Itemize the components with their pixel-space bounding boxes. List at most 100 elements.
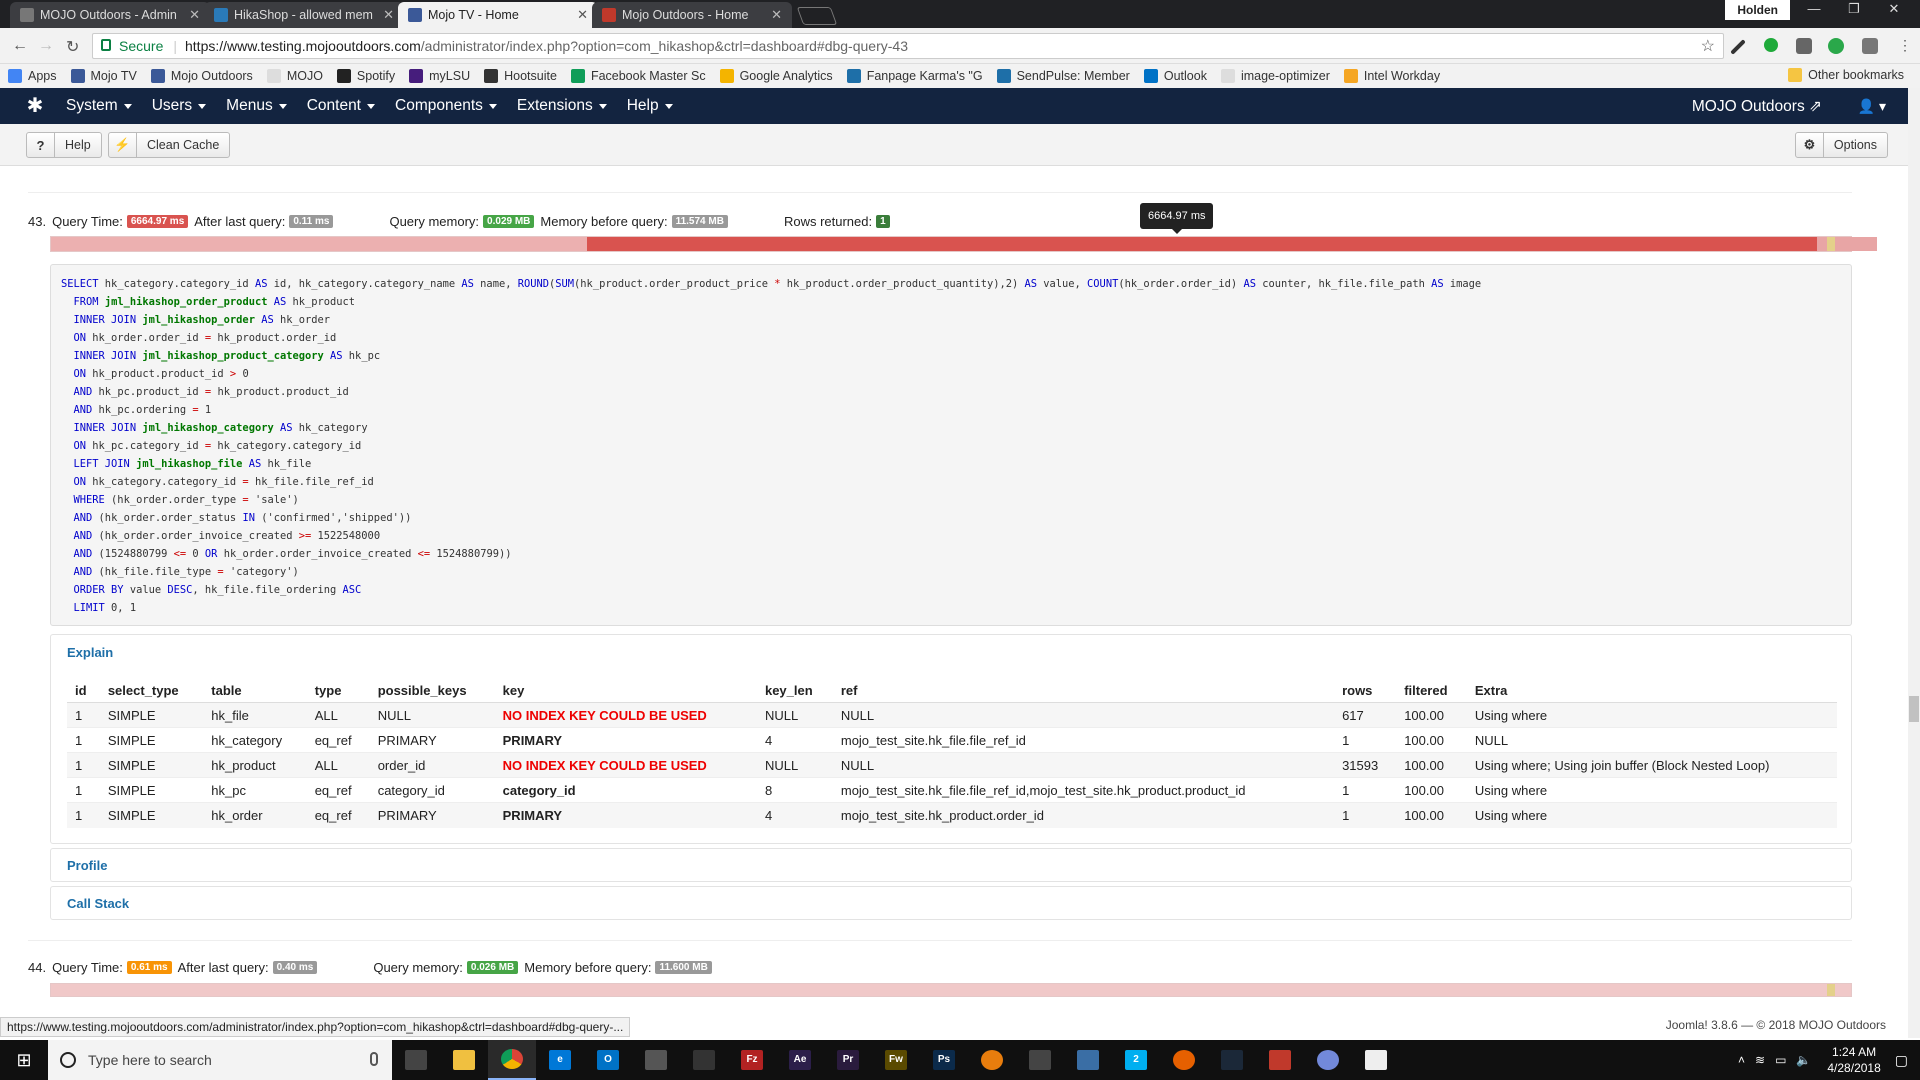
taskbar-app[interactable]: Fw xyxy=(872,1040,920,1080)
taskbar-app[interactable] xyxy=(488,1040,536,1080)
microphone-icon[interactable] xyxy=(370,1052,378,1066)
bookmark-item[interactable]: Hootsuite xyxy=(484,69,557,83)
url-field[interactable]: Secure | https://www.testing.mojooutdoor… xyxy=(92,33,1724,59)
pen-extension-icon[interactable] xyxy=(1730,39,1746,55)
explain-header: filtered xyxy=(1396,679,1467,703)
taskbar-app[interactable] xyxy=(392,1040,440,1080)
taskbar-app[interactable] xyxy=(1208,1040,1256,1080)
page-scrollbar[interactable] xyxy=(1908,88,1920,1038)
bookmark-item[interactable]: Google Analytics xyxy=(719,69,833,83)
explain-toggle[interactable]: Explain xyxy=(67,645,113,660)
other-bookmarks[interactable]: Other bookmarks xyxy=(1788,68,1904,82)
tab-title: Mojo TV - Home xyxy=(428,8,519,22)
menu-extensions[interactable]: Extensions xyxy=(517,97,607,115)
clean-cache-button[interactable]: ⚡ Clean Cache xyxy=(108,132,231,158)
taskbar-app[interactable] xyxy=(1016,1040,1064,1080)
chevron-up-icon[interactable]: ˄ xyxy=(1738,1053,1745,1067)
chrome-profile-button[interactable]: Holden xyxy=(1725,0,1790,20)
explain-header: ref xyxy=(832,679,1335,703)
extension-icon[interactable] xyxy=(1796,38,1812,54)
taskbar-app[interactable] xyxy=(632,1040,680,1080)
bookmark-item[interactable]: SendPulse: Member xyxy=(996,69,1130,83)
reload-icon[interactable]: ↻ xyxy=(66,37,79,57)
browser-tab[interactable]: MOJO Outdoors - Admin ✕ xyxy=(10,2,210,28)
wifi-icon[interactable]: ≋ xyxy=(1755,1053,1765,1067)
green-dot-extension-icon[interactable] xyxy=(1764,38,1778,52)
new-tab-button[interactable] xyxy=(796,7,838,25)
minimize-button[interactable]: — xyxy=(1794,0,1834,20)
joomla-admin-menu: ✱ System Users Menus Content Components Exten… xyxy=(0,88,1908,124)
site-link[interactable]: MOJO Outdoors ⇗ xyxy=(1692,97,1822,116)
profile-toggle[interactable]: Profile xyxy=(67,858,107,873)
help-button[interactable]: ? Help xyxy=(26,132,102,158)
close-tab-icon[interactable]: ✕ xyxy=(771,7,782,23)
taskbar-app[interactable] xyxy=(1160,1040,1208,1080)
grammarly-extension-icon[interactable] xyxy=(1828,38,1844,54)
system-tray: ˄ ≋ ▭ 🔈 1:24 AM 4/28/2018 ▢ xyxy=(1738,1040,1920,1080)
menu-menus[interactable]: Menus xyxy=(226,97,287,115)
bookmark-item[interactable]: Fanpage Karma's "G xyxy=(846,69,983,83)
notification-center-icon[interactable]: ▢ xyxy=(1895,1052,1908,1069)
dev-extension-icon[interactable] xyxy=(1862,38,1878,54)
taskbar-app[interactable] xyxy=(680,1040,728,1080)
taskbar-app[interactable]: O xyxy=(584,1040,632,1080)
bookmark-star-icon[interactable]: ☆ xyxy=(1701,36,1715,56)
cortana-icon xyxy=(60,1052,76,1068)
bookmark-item[interactable]: Mojo Outdoors xyxy=(150,69,253,83)
windows-taskbar: ⊞ Type here to search e O Fz Ae Pr Fw Ps 2 ˄ ≋ … xyxy=(0,1040,1920,1080)
windows-start-icon[interactable]: ⊞ xyxy=(0,1040,48,1080)
menu-system[interactable]: System xyxy=(66,97,132,115)
back-icon[interactable]: ← xyxy=(12,37,28,55)
menu-help[interactable]: Help xyxy=(627,97,673,115)
bookmark-item[interactable]: MOJO xyxy=(266,69,323,83)
taskbar-app[interactable] xyxy=(1064,1040,1112,1080)
restore-button[interactable]: ❐ xyxy=(1834,0,1874,20)
taskbar-app[interactable]: e xyxy=(536,1040,584,1080)
taskbar-app[interactable]: Fz xyxy=(728,1040,776,1080)
caret-down-icon xyxy=(367,103,375,109)
menu-users[interactable]: Users xyxy=(152,97,207,115)
taskbar-app[interactable]: Ae xyxy=(776,1040,824,1080)
taskbar-app[interactable] xyxy=(968,1040,1016,1080)
taskbar-search-field[interactable]: Type here to search xyxy=(48,1040,392,1080)
taskbar-app[interactable]: Ps xyxy=(920,1040,968,1080)
close-tab-icon[interactable]: ✕ xyxy=(577,7,588,23)
bookmark-item[interactable]: Intel Workday xyxy=(1343,69,1440,83)
menu-components[interactable]: Components xyxy=(395,97,497,115)
chrome-menu-icon[interactable]: ⋮ xyxy=(1898,37,1912,54)
close-window-button[interactable]: ✕ xyxy=(1874,0,1914,20)
taskbar-app[interactable]: Pr xyxy=(824,1040,872,1080)
battery-icon[interactable]: ▭ xyxy=(1775,1053,1786,1067)
scrollbar-thumb[interactable] xyxy=(1909,696,1919,722)
query-timeline-bar[interactable] xyxy=(50,236,1877,252)
taskbar-app[interactable] xyxy=(1256,1040,1304,1080)
user-menu[interactable]: 👤 ▾ xyxy=(1858,98,1886,115)
bookmark-item[interactable]: Mojo TV xyxy=(70,69,137,83)
options-button[interactable]: ⚙ Options xyxy=(1794,132,1888,158)
bookmark-item[interactable]: myLSU xyxy=(409,69,470,83)
taskbar-app[interactable] xyxy=(1352,1040,1400,1080)
bookmark-item[interactable]: image-optimizer xyxy=(1220,69,1330,83)
menu-content[interactable]: Content xyxy=(307,97,375,115)
bookmark-item[interactable]: Apps xyxy=(8,69,57,83)
joomla-logo-icon[interactable]: ✱ xyxy=(24,95,46,117)
volume-icon[interactable]: 🔈 xyxy=(1796,1053,1811,1067)
table-cell: ALL xyxy=(306,702,370,728)
query-44-timeline-bar[interactable] xyxy=(50,983,1852,997)
taskbar-app[interactable]: 2 xyxy=(1112,1040,1160,1080)
taskbar-app[interactable] xyxy=(1304,1040,1352,1080)
browser-tab-strip: MOJO Outdoors - Admin ✕ HikaShop - allowed… xyxy=(0,0,1920,28)
browser-tab[interactable]: Mojo TV - Home ✕ xyxy=(398,2,598,28)
taskbar-clock[interactable]: 1:24 AM 4/28/2018 xyxy=(1827,1044,1880,1076)
call-stack-toggle[interactable]: Call Stack xyxy=(67,896,129,911)
forward-icon[interactable]: → xyxy=(38,37,54,55)
bookmark-item[interactable]: Facebook Master Sc xyxy=(570,69,706,83)
browser-tab[interactable]: HikaShop - allowed mem ✕ xyxy=(204,2,404,28)
bookmark-item[interactable]: Outlook xyxy=(1143,69,1207,83)
close-tab-icon[interactable]: ✕ xyxy=(383,7,394,23)
timeline-current-query[interactable] xyxy=(587,237,1817,251)
bookmark-item[interactable]: Spotify xyxy=(336,69,395,83)
close-tab-icon[interactable]: ✕ xyxy=(189,7,200,23)
browser-tab[interactable]: Mojo Outdoors - Home ✕ xyxy=(592,2,792,28)
taskbar-app[interactable] xyxy=(440,1040,488,1080)
